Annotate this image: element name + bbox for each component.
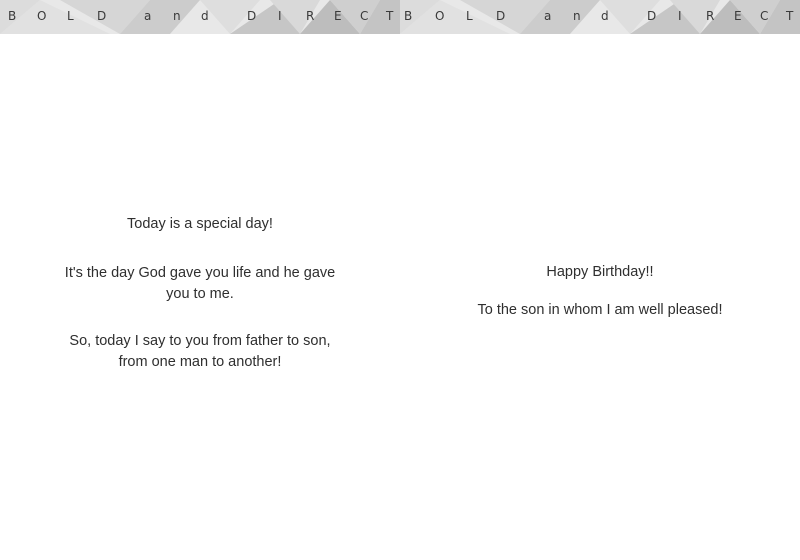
right-page: Happy Birthday!! To the son in whom I am…	[400, 0, 800, 560]
closing-line: To the son in whom I am well pleased!	[477, 302, 723, 318]
greeting-line: Today is a special day!	[127, 216, 273, 232]
message-paragraph-2: So, today I say to you from father to so…	[69, 333, 331, 370]
message-paragraph-1: It's the day God gave you life and he ga…	[64, 265, 336, 302]
birthday-heading: Happy Birthday!!	[546, 264, 654, 280]
left-page: Today is a special day! It's the day God…	[0, 0, 400, 560]
